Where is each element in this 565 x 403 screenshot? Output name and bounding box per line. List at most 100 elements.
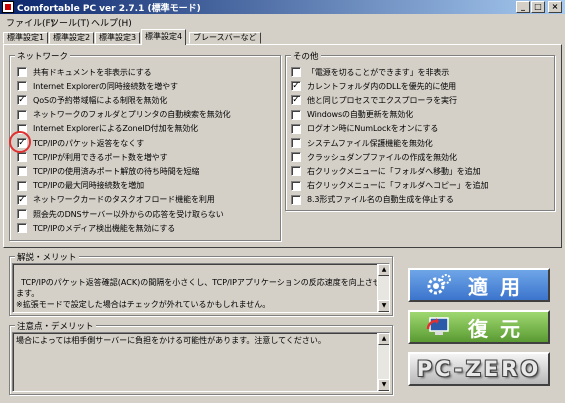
other-option[interactable]: クラッシュダンプファイルの作成を無効化 <box>291 151 457 163</box>
tab-places-bar[interactable]: ブレースバーなど <box>189 32 261 44</box>
checkbox-label: ネットワークのフォルダとプリンタの自動検索を無効化 <box>33 110 231 120</box>
network-option[interactable]: Internet Explorerの同時接続数を増やす <box>17 80 178 92</box>
checkbox[interactable] <box>17 180 27 191</box>
checkbox[interactable] <box>17 109 27 120</box>
checkbox[interactable] <box>17 152 27 163</box>
checkbox[interactable] <box>17 223 27 234</box>
checkbox[interactable] <box>291 138 301 148</box>
checkbox-label: ネットワークカードのタスクオフロード機能を利用 <box>33 195 215 205</box>
caution-title: 注意点・デメリット <box>15 320 96 332</box>
tab-standard-1[interactable]: 標準設定1 <box>3 32 49 44</box>
pc-zero-button[interactable]: PC-ZERO <box>408 352 550 386</box>
tab-standard-3[interactable]: 標準設定3 <box>95 32 141 44</box>
caution-scrollbar[interactable]: ▲ ▼ <box>377 333 389 391</box>
other-option[interactable]: システムファイル保護機能を無効化 <box>291 137 433 149</box>
checkbox-label: 照会先のDNSサーバー以外からの応答を受け取らない <box>33 209 224 219</box>
tab-standard-4[interactable]: 標準設定4 <box>141 29 187 45</box>
scroll-down-icon[interactable]: ▼ <box>378 379 389 391</box>
other-group-title: その他 <box>291 50 321 62</box>
checkbox[interactable]: ✓ <box>17 95 27 106</box>
menu-file[interactable]: ファイル(F) <box>6 16 54 29</box>
checkbox[interactable] <box>17 209 27 219</box>
menu-bar: ファイル(F) ツール(T) ヘルプ(H) <box>0 14 565 29</box>
maximize-button[interactable]: □ <box>531 1 545 13</box>
checkbox[interactable] <box>291 109 301 120</box>
other-option[interactable]: 右クリックメニューに「フォルダへコピー」を追加 <box>291 180 488 192</box>
highlight-circle <box>9 131 31 153</box>
checkbox[interactable] <box>17 67 27 77</box>
network-option[interactable]: 照会先のDNSサーバー以外からの応答を受け取らない <box>17 208 224 220</box>
other-option[interactable]: 8.3形式ファイル名の自動生成を停止する <box>291 194 454 206</box>
checkbox[interactable] <box>17 81 27 92</box>
checkbox-label: カレントフォルダ内のDLLを優先的に使用 <box>307 81 457 91</box>
checkbox-label: クラッシュダンプファイルの作成を無効化 <box>307 152 457 162</box>
checkbox[interactable]: ✓ <box>17 194 27 205</box>
network-option[interactable]: TCP/IPの最大同時接続数を増加 <box>17 180 144 192</box>
other-option[interactable]: 「電源を切ることができます」を非表示 <box>291 66 449 78</box>
network-option[interactable]: ✓ TCP/IPのパケット返答をなくす <box>17 137 144 149</box>
menu-tools[interactable]: ツール(T) <box>50 16 90 29</box>
network-option[interactable]: ✓ ネットワークカードのタスクオフロード機能を利用 <box>17 194 215 206</box>
checkbox[interactable]: ✓ <box>291 95 301 106</box>
gear-icon <box>424 272 454 298</box>
network-option[interactable]: 共有ドキュメントを非表示にする <box>17 66 152 78</box>
window-title: Comfortable PC ver 2.7.1 (標準モード) <box>17 4 201 14</box>
scroll-up-icon[interactable]: ▲ <box>378 264 389 276</box>
caution-text[interactable]: 場合によっては相手側サーバーに負担をかける可能性があります。注意してください。 … <box>12 332 390 392</box>
scroll-down-icon[interactable]: ▼ <box>378 300 389 312</box>
description-body: TCP/IPのパケット返答確認(ACK)の間隔を小さくし、TCP/IPアプリケー… <box>16 278 381 309</box>
checkbox-label: TCP/IPのメディア検出機能を無効にする <box>33 223 176 233</box>
checkbox-label: TCP/IPの最大同時接続数を増加 <box>33 181 145 191</box>
description-scrollbar[interactable]: ▲ ▼ <box>377 264 389 312</box>
scroll-up-icon[interactable]: ▲ <box>378 333 389 345</box>
apply-button[interactable]: 適用 <box>408 268 550 302</box>
apply-label: 適用 <box>468 274 532 299</box>
description-text[interactable]: TCP/IPのパケット返答確認(ACK)の間隔を小さくし、TCP/IPアプリケー… <box>12 263 390 313</box>
network-option[interactable]: TCP/IPが利用できるポート数を増やす <box>17 151 168 163</box>
app-icon[interactable] <box>2 1 14 13</box>
pc-zero-label: PC-ZERO <box>416 357 542 381</box>
other-option[interactable]: Windowsの自動更新を無効化 <box>291 109 413 121</box>
checkbox[interactable] <box>291 67 301 77</box>
other-option[interactable]: ログオン時にNumLockをオンにする <box>291 123 438 135</box>
network-group-title: ネットワーク <box>15 50 71 62</box>
checkbox-label: 右クリックメニューに「フォルダへ移動」を追加 <box>307 166 481 176</box>
checkbox-label: システムファイル保護機能を無効化 <box>307 138 433 148</box>
other-option[interactable]: ✓ 他と同じプロセスでエクスプローラを実行 <box>291 94 457 106</box>
network-option[interactable]: ネットワークのフォルダとプリンタの自動検索を無効化 <box>17 109 231 121</box>
network-option[interactable]: Internet ExplorerによるZoneID付加を無効化 <box>17 123 198 135</box>
checkbox[interactable] <box>291 152 301 163</box>
checkbox-label: TCP/IPのパケット返答をなくす <box>33 138 145 148</box>
checkbox-label: Internet ExplorerによるZoneID付加を無効化 <box>33 124 199 134</box>
menu-help[interactable]: ヘルプ(H) <box>91 16 132 29</box>
checkbox[interactable] <box>291 180 301 191</box>
close-button[interactable]: × <box>548 1 562 13</box>
other-option[interactable]: 右クリックメニューに「フォルダへ移動」を追加 <box>291 165 481 177</box>
checkbox-label: TCP/IPが利用できるポート数を増やす <box>33 152 168 162</box>
checkbox[interactable] <box>291 194 301 205</box>
checkbox[interactable] <box>291 166 301 177</box>
network-option[interactable]: ✓ QoSの予約帯域幅による制限を無効化 <box>17 94 167 106</box>
network-option[interactable]: TCP/IPのメディア検出機能を無効にする <box>17 222 175 234</box>
checkbox[interactable] <box>291 123 301 134</box>
description-title: 解説・メリット <box>15 251 79 263</box>
other-option[interactable]: ✓ カレントフォルダ内のDLLを優先的に使用 <box>291 80 456 92</box>
checkbox-label: ログオン時にNumLockをオンにする <box>307 124 439 134</box>
checkbox-label: 「電源を切ることができます」を非表示 <box>307 67 450 77</box>
checkbox-label: 8.3形式ファイル名の自動生成を停止する <box>307 195 454 205</box>
title-bar: Comfortable PC ver 2.7.1 (標準モード) _ □ × <box>0 0 565 14</box>
checkbox-label: 他と同じプロセスでエクスプローラを実行 <box>307 95 457 105</box>
minimize-button[interactable]: _ <box>516 1 530 13</box>
restore-label: 復元 <box>468 316 532 341</box>
restore-button[interactable]: 復元 <box>408 310 550 344</box>
tab-standard-2[interactable]: 標準設定2 <box>49 32 95 44</box>
checkbox-label: QoSの予約帯域幅による制限を無効化 <box>33 95 168 105</box>
checkbox[interactable]: ✓ <box>291 81 301 92</box>
checkbox-label: Internet Explorerの同時接続数を増やす <box>33 81 178 91</box>
monitor-restore-icon <box>424 314 454 340</box>
checkbox-label: 共有ドキュメントを非表示にする <box>33 67 152 77</box>
network-option[interactable]: TCP/IPの使用済みポート解放の待ち時間を短縮 <box>17 165 199 177</box>
caution-body: 場合によっては相手側サーバーに負担をかける可能性があります。注意してください。 <box>16 336 326 345</box>
checkbox-label: TCP/IPの使用済みポート解放の待ち時間を短縮 <box>33 166 200 176</box>
checkbox[interactable] <box>17 166 27 177</box>
